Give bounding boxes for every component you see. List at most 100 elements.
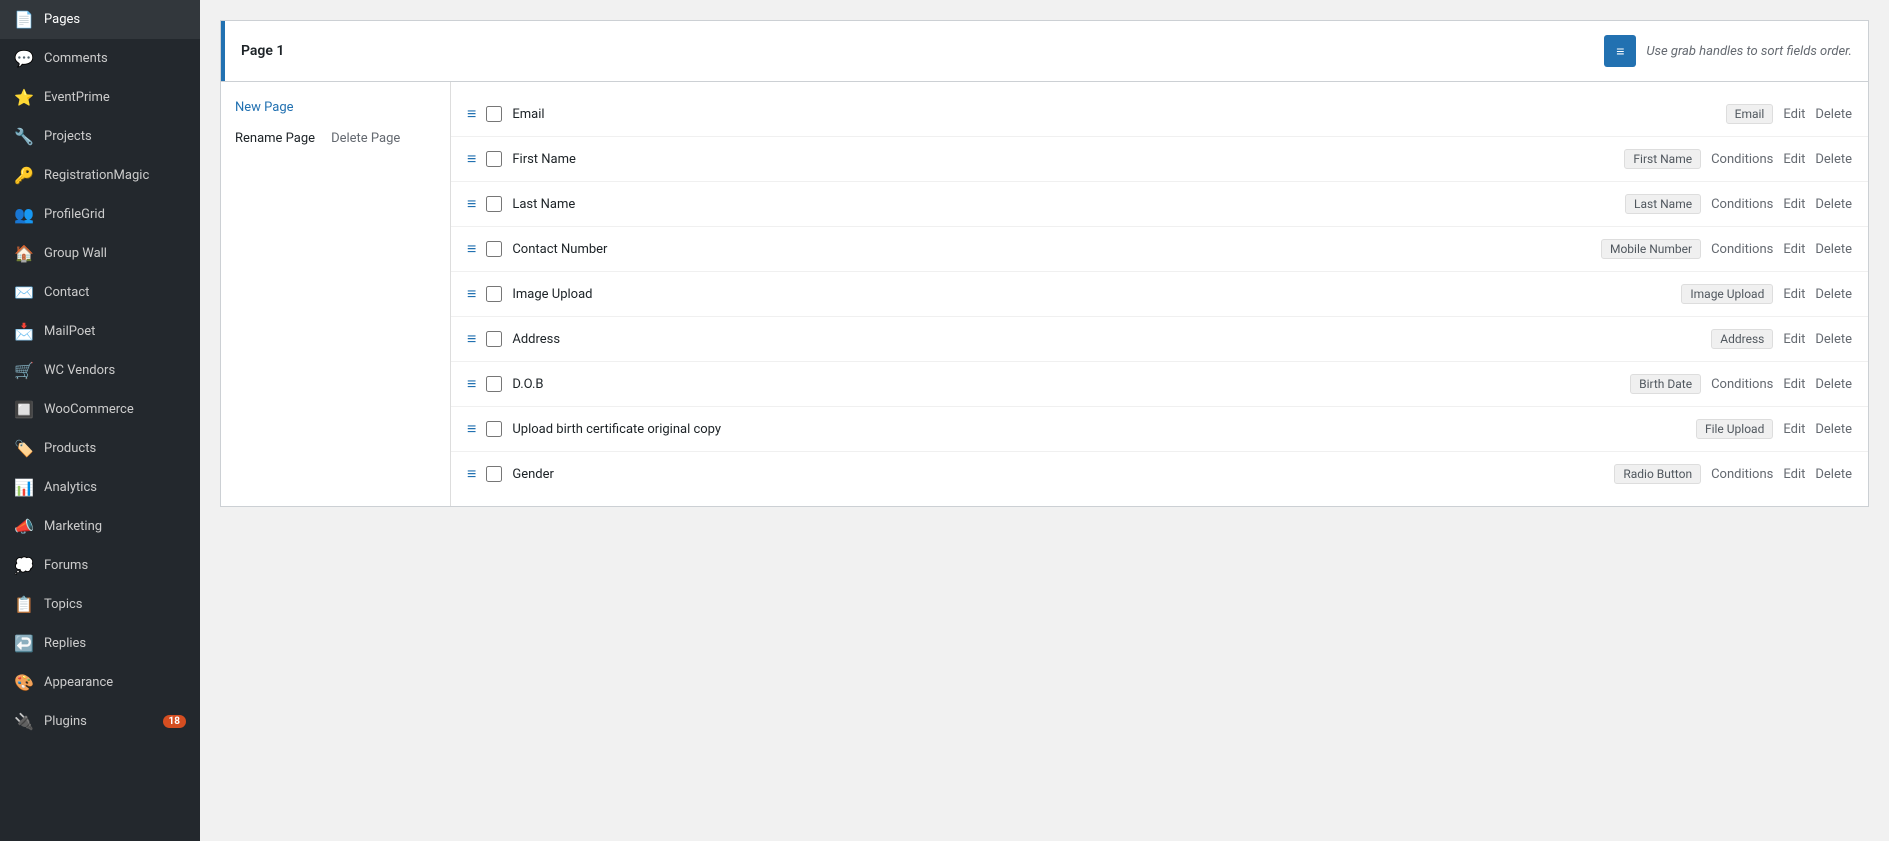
field-edit-birth-cert[interactable]: Edit bbox=[1783, 422, 1805, 437]
drag-handle-address[interactable]: ≡ bbox=[467, 329, 476, 349]
sidebar-item-label-wc-vendors: WC Vendors bbox=[44, 363, 186, 378]
drag-handle-dob[interactable]: ≡ bbox=[467, 374, 476, 394]
sidebar-item-label-topics: Topics bbox=[44, 597, 186, 612]
field-type-badge-first-name: First Name bbox=[1624, 149, 1701, 169]
pages-icon: 📄 bbox=[14, 10, 34, 29]
delete-page-button[interactable]: Delete Page bbox=[331, 131, 400, 146]
sidebar-item-projects[interactable]: 🔧 Projects bbox=[0, 117, 200, 156]
field-label-address: Address bbox=[512, 332, 1701, 347]
products-icon: 🏷️ bbox=[14, 439, 34, 458]
sidebar-item-label-contact: Contact bbox=[44, 285, 186, 300]
replies-icon: ↩️ bbox=[14, 634, 34, 653]
registrationmagic-icon: 🔑 bbox=[14, 166, 34, 185]
field-delete-address[interactable]: Delete bbox=[1815, 332, 1852, 347]
field-conditions-gender[interactable]: Conditions bbox=[1711, 467, 1773, 482]
page-tab-title: Page 1 bbox=[241, 43, 284, 59]
sidebar-item-pages[interactable]: 📄 Pages bbox=[0, 0, 200, 39]
sidebar-item-wc-vendors[interactable]: 🛒 WC Vendors bbox=[0, 351, 200, 390]
sidebar-item-eventprime[interactable]: ⭐ EventPrime bbox=[0, 78, 200, 117]
sidebar-item-marketing[interactable]: 📣 Marketing bbox=[0, 507, 200, 546]
drag-handle-last-name[interactable]: ≡ bbox=[467, 194, 476, 214]
field-row-first-name: ≡ First Name First Name Conditions Edit De… bbox=[451, 137, 1868, 182]
sidebar-item-comments[interactable]: 💬 Comments bbox=[0, 39, 200, 78]
sidebar-item-analytics[interactable]: 📊 Analytics bbox=[0, 468, 200, 507]
drag-handle-first-name[interactable]: ≡ bbox=[467, 149, 476, 169]
field-edit-contact-number[interactable]: Edit bbox=[1783, 242, 1805, 257]
field-delete-first-name[interactable]: Delete bbox=[1815, 152, 1852, 167]
sidebar-item-products[interactable]: 🏷️ Products bbox=[0, 429, 200, 468]
drag-handle-gender[interactable]: ≡ bbox=[467, 464, 476, 484]
new-page-button[interactable]: New Page bbox=[221, 92, 450, 123]
sidebar-item-appearance[interactable]: 🎨 Appearance bbox=[0, 663, 200, 702]
field-row-contact-number: ≡ Contact Number Mobile Number Condition… bbox=[451, 227, 1868, 272]
drag-handle-image-upload[interactable]: ≡ bbox=[467, 284, 476, 304]
eventprime-icon: ⭐ bbox=[14, 88, 34, 107]
field-delete-email[interactable]: Delete bbox=[1815, 107, 1852, 122]
field-delete-last-name[interactable]: Delete bbox=[1815, 197, 1852, 212]
field-edit-email[interactable]: Edit bbox=[1783, 107, 1805, 122]
comments-icon: 💬 bbox=[14, 49, 34, 68]
page-tab-content: Page 1 ≡ Use grab handles to sort fields… bbox=[225, 21, 1868, 81]
field-checkbox-last-name[interactable] bbox=[486, 196, 502, 212]
field-edit-image-upload[interactable]: Edit bbox=[1783, 287, 1805, 302]
field-edit-gender[interactable]: Edit bbox=[1783, 467, 1805, 482]
woocommerce-icon: 🔲 bbox=[14, 400, 34, 419]
field-type-badge-address: Address bbox=[1711, 329, 1773, 349]
mailpoet-icon: 📩 bbox=[14, 322, 34, 341]
sidebar-item-mailpoet[interactable]: 📩 MailPoet bbox=[0, 312, 200, 351]
field-label-last-name: Last Name bbox=[512, 197, 1615, 212]
marketing-icon: 📣 bbox=[14, 517, 34, 536]
field-actions-dob: Conditions Edit Delete bbox=[1711, 377, 1852, 392]
field-checkbox-first-name[interactable] bbox=[486, 151, 502, 167]
field-checkbox-dob[interactable] bbox=[486, 376, 502, 392]
sidebar-item-label-profilegrid: ProfileGrid bbox=[44, 207, 186, 222]
sidebar-item-label-products: Products bbox=[44, 441, 186, 456]
field-conditions-last-name[interactable]: Conditions bbox=[1711, 197, 1773, 212]
field-delete-image-upload[interactable]: Delete bbox=[1815, 287, 1852, 302]
field-type-badge-birth-cert: File Upload bbox=[1696, 419, 1773, 439]
field-label-dob: D.O.B bbox=[512, 377, 1620, 392]
field-delete-gender[interactable]: Delete bbox=[1815, 467, 1852, 482]
field-conditions-dob[interactable]: Conditions bbox=[1711, 377, 1773, 392]
forums-icon: 💭 bbox=[14, 556, 34, 575]
field-edit-dob[interactable]: Edit bbox=[1783, 377, 1805, 392]
sidebar-item-profilegrid[interactable]: 👥 ProfileGrid bbox=[0, 195, 200, 234]
drag-handle-birth-cert[interactable]: ≡ bbox=[467, 419, 476, 439]
field-delete-contact-number[interactable]: Delete bbox=[1815, 242, 1852, 257]
field-actions-contact-number: Conditions Edit Delete bbox=[1711, 242, 1852, 257]
field-edit-first-name[interactable]: Edit bbox=[1783, 152, 1805, 167]
field-label-first-name: First Name bbox=[512, 152, 1614, 167]
drag-handle-email[interactable]: ≡ bbox=[467, 104, 476, 124]
field-edit-last-name[interactable]: Edit bbox=[1783, 197, 1805, 212]
field-checkbox-contact-number[interactable] bbox=[486, 241, 502, 257]
field-checkbox-email[interactable] bbox=[486, 106, 502, 122]
field-row-email: ≡ Email Email EditDelete bbox=[451, 92, 1868, 137]
sidebar-item-replies[interactable]: ↩️ Replies bbox=[0, 624, 200, 663]
analytics-icon: 📊 bbox=[14, 478, 34, 497]
field-checkbox-gender[interactable] bbox=[486, 466, 502, 482]
field-edit-address[interactable]: Edit bbox=[1783, 332, 1805, 347]
rename-page-button[interactable]: Rename Page bbox=[235, 131, 315, 146]
sidebar-item-group-wall[interactable]: 🏠 Group Wall bbox=[0, 234, 200, 273]
sidebar-item-woocommerce[interactable]: 🔲 WooCommerce bbox=[0, 390, 200, 429]
drag-handle-contact-number[interactable]: ≡ bbox=[467, 239, 476, 259]
field-actions-gender: Conditions Edit Delete bbox=[1711, 467, 1852, 482]
field-delete-dob[interactable]: Delete bbox=[1815, 377, 1852, 392]
sidebar-item-registrationmagic[interactable]: 🔑 RegistrationMagic bbox=[0, 156, 200, 195]
field-checkbox-image-upload[interactable] bbox=[486, 286, 502, 302]
sidebar-item-label-marketing: Marketing bbox=[44, 519, 186, 534]
field-conditions-first-name[interactable]: Conditions bbox=[1711, 152, 1773, 167]
sort-fields-button[interactable]: ≡ bbox=[1604, 35, 1636, 67]
topics-icon: 📋 bbox=[14, 595, 34, 614]
sidebar-item-forums[interactable]: 💭 Forums bbox=[0, 546, 200, 585]
sidebar-item-label-registrationmagic: RegistrationMagic bbox=[44, 168, 186, 183]
field-conditions-contact-number[interactable]: Conditions bbox=[1711, 242, 1773, 257]
field-delete-birth-cert[interactable]: Delete bbox=[1815, 422, 1852, 437]
wc-vendors-icon: 🛒 bbox=[14, 361, 34, 380]
main-content: Page 1 ≡ Use grab handles to sort fields… bbox=[200, 0, 1889, 841]
sidebar-item-contact[interactable]: ✉️ Contact bbox=[0, 273, 200, 312]
sidebar-item-topics[interactable]: 📋 Topics bbox=[0, 585, 200, 624]
sidebar-item-plugins[interactable]: 🔌 Plugins 18 bbox=[0, 702, 200, 741]
field-checkbox-address[interactable] bbox=[486, 331, 502, 347]
field-checkbox-birth-cert[interactable] bbox=[486, 421, 502, 437]
